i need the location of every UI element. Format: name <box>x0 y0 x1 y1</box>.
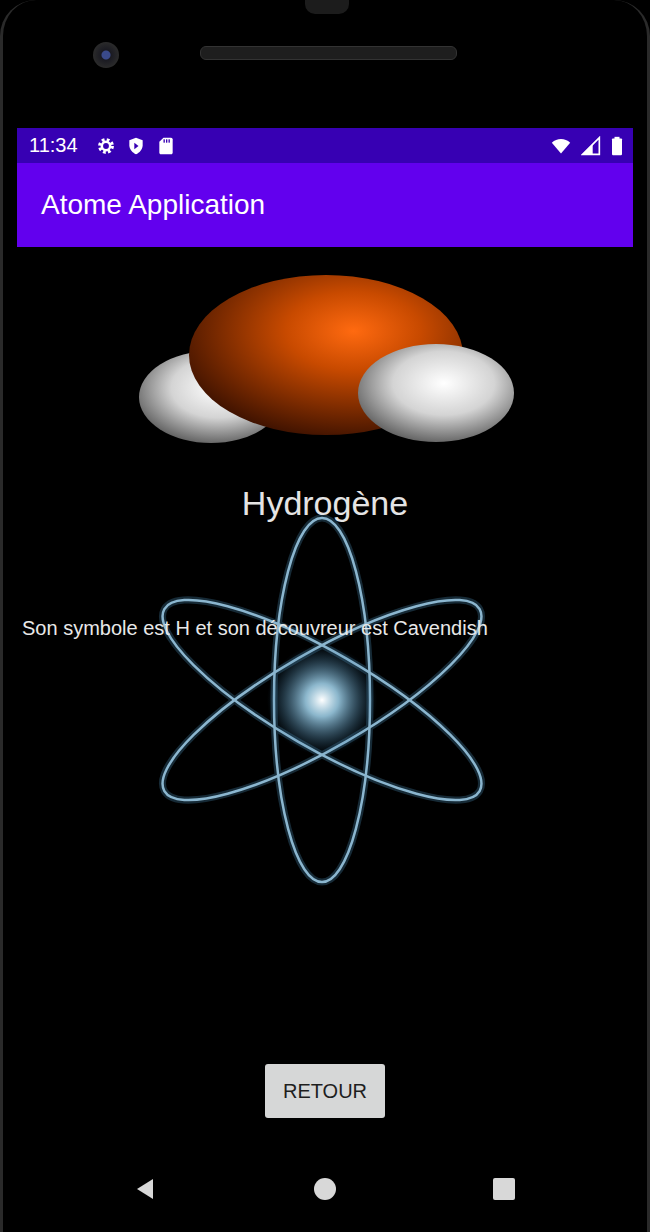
navigation-bar <box>17 1150 633 1232</box>
screen: 11:34 Atome Application Hydrogène Son symbo… <box>17 128 633 1232</box>
sd-card-icon <box>156 136 176 156</box>
content: Hydrogène Son symbole est H et son découv… <box>17 247 633 1150</box>
signal-icon <box>581 136 601 156</box>
app-bar: Atome Application <box>17 163 633 247</box>
gear-icon <box>96 136 116 156</box>
shield-play-icon <box>126 136 146 156</box>
speaker-icon <box>200 46 457 60</box>
battery-icon <box>611 136 623 156</box>
water-molecule-icon <box>139 273 515 445</box>
back-button[interactable]: RETOUR <box>265 1064 385 1118</box>
app-title: Atome Application <box>41 189 265 221</box>
element-name: Hydrogène <box>242 483 408 523</box>
status-bar: 11:34 <box>17 128 633 163</box>
recents-icon[interactable] <box>492 1177 516 1201</box>
phone-frame: 11:34 Atome Application Hydrogène Son symbo… <box>0 0 650 1232</box>
atom-background-icon <box>122 500 522 900</box>
element-description: Son symbole est H et son découvreur est … <box>17 616 633 640</box>
camera-icon <box>93 42 119 68</box>
wifi-icon <box>551 136 571 156</box>
top-bezel <box>3 0 647 128</box>
back-icon[interactable] <box>134 1177 158 1201</box>
home-icon[interactable] <box>313 1177 337 1201</box>
notch <box>305 0 349 14</box>
status-time: 11:34 <box>29 134 78 157</box>
